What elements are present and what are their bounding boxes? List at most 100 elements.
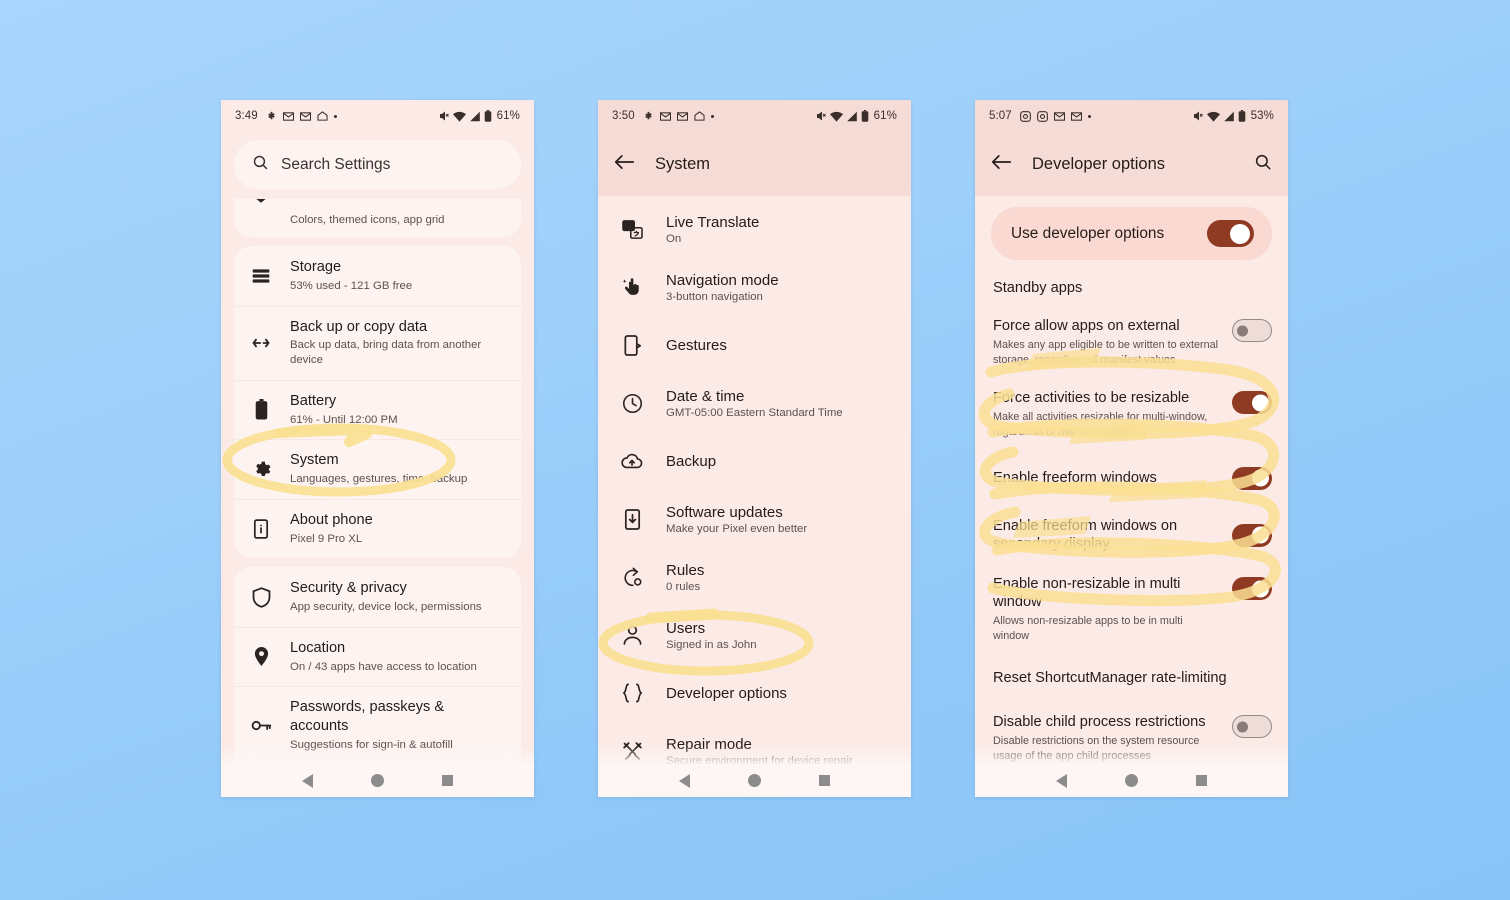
recents-square-icon[interactable] <box>819 775 830 786</box>
list-item-repair-mode[interactable]: Repair mode Secure environment for devic… <box>598 722 911 764</box>
status-bar-left: 5:07 <box>989 110 1091 122</box>
recents-square-icon[interactable] <box>442 775 453 786</box>
list-item-battery[interactable]: Battery 61% - Until 12:00 PM <box>234 379 521 440</box>
force-activities-resizable-toggle[interactable] <box>1232 391 1272 414</box>
camera-app-icon <box>1019 110 1031 122</box>
list-item-sub: Make your Pixel even better <box>666 522 808 535</box>
use-developer-options-toggle[interactable] <box>1207 220 1254 247</box>
app-notification-icon <box>266 111 277 122</box>
option-row-force-activities-resizable[interactable]: Force activities to be resizable Make al… <box>975 378 1288 450</box>
list-item-software-updates[interactable]: Software updates Make your Pixel even be… <box>598 490 911 548</box>
storage-icon <box>250 266 272 286</box>
list-item-rules[interactable]: Rules 0 rules <box>598 548 911 606</box>
list-item-developer-options[interactable]: Developer options <box>598 664 911 722</box>
list-item-users[interactable]: Users Signed in as John <box>598 606 911 664</box>
toggle-knob <box>1252 394 1269 411</box>
search-input[interactable]: Search Settings <box>234 140 521 189</box>
option-row-enable-freeform-windows[interactable]: Enable freeform windows <box>975 450 1288 506</box>
back-triangle-icon[interactable] <box>1056 773 1067 788</box>
system-navigation-bar[interactable] <box>975 764 1288 797</box>
gmail-icon <box>1053 111 1065 121</box>
list-item-sub: 0 rules <box>666 580 701 593</box>
list-item-about-phone[interactable]: About phone Pixel 9 Pro XL <box>234 498 521 559</box>
list-item-system[interactable]: System Languages, gestures, time, backup <box>234 439 521 499</box>
list-item-location[interactable]: Location On / 43 apps have access to loc… <box>234 626 521 687</box>
search-icon[interactable] <box>1254 153 1272 176</box>
home-circle-icon[interactable] <box>371 774 384 787</box>
list-item-text: Repair mode Secure environment for devic… <box>666 736 853 765</box>
back-arrow-icon[interactable] <box>614 153 635 176</box>
status-bar: 3:49 61% <box>221 100 534 132</box>
back-triangle-icon[interactable] <box>302 773 313 788</box>
option-row-disable-child-process[interactable]: Disable child process restrictions Disab… <box>975 702 1288 764</box>
option-row-force-allow-external[interactable]: Force allow apps on external Makes any a… <box>975 306 1288 378</box>
option-text: Enable freeform windows on secondary dis… <box>993 517 1220 553</box>
list-item-navigation-mode[interactable]: Navigation mode 3-button navigation <box>598 258 911 316</box>
list-item-sub: GMT-05:00 Eastern Standard Time <box>666 406 843 419</box>
system-navigation-bar[interactable] <box>598 764 911 797</box>
list-item-title: Software updates <box>666 503 783 521</box>
status-bar-right: 61% <box>437 110 520 122</box>
settings-screen: 3:49 61% Search Settings Colors, themed … <box>221 100 534 797</box>
home-circle-icon[interactable] <box>748 774 761 787</box>
list-item-wallpaper[interactable]: Colors, themed icons, app grid <box>234 199 521 237</box>
list-item-backup[interactable]: Backup <box>598 432 911 490</box>
list-item-live-translate[interactable]: Live Translate On <box>598 200 911 258</box>
search-area: Search Settings <box>221 132 534 199</box>
recents-square-icon[interactable] <box>1196 775 1207 786</box>
battery-icon <box>484 110 492 122</box>
section-header-standby-apps: Standby apps <box>993 280 1083 296</box>
list-item-title: Developer options <box>666 684 787 702</box>
list-item-passwords-accounts[interactable]: Passwords, passkeys & accounts Suggestio… <box>234 686 521 764</box>
use-developer-options-row[interactable]: Use developer options <box>991 207 1272 260</box>
option-row-enable-nonresizable-multiwindow[interactable]: Enable non-resizable in multi window All… <box>975 564 1288 654</box>
status-bar: 5:07 53% <box>975 100 1288 132</box>
ringer-muted-icon <box>814 110 827 122</box>
search-icon <box>252 154 269 176</box>
list-item-sub: 61% - Until 12:00 PM <box>290 413 398 426</box>
page-title: Developer options <box>1032 154 1165 173</box>
list-item-title: Location <box>290 639 346 656</box>
wifi-icon <box>1206 111 1220 122</box>
battery-icon <box>250 399 272 420</box>
list-item-text: Users Signed in as John <box>666 620 757 651</box>
wallpaper-icon <box>250 199 272 211</box>
gestures-icon <box>620 334 644 356</box>
system-scroll-body[interactable]: Live Translate On Navigation mode 3-butt… <box>598 196 911 764</box>
settings-scroll-body[interactable]: Search Settings Colors, themed icons, ap… <box>221 132 534 764</box>
option-text: Reset ShortcutManager rate-limiting <box>993 669 1272 687</box>
back-triangle-icon[interactable] <box>679 773 690 788</box>
toggle-knob <box>1252 469 1269 487</box>
list-item-text: Location On / 43 apps have access to loc… <box>290 639 477 675</box>
system-navigation-bar[interactable] <box>221 764 534 797</box>
status-time: 5:07 <box>989 110 1012 122</box>
list-item-sub: Back up data, bring data from another de… <box>290 339 482 366</box>
enable-freeform-secondary-toggle[interactable] <box>1232 523 1272 547</box>
list-item-gestures[interactable]: Gestures <box>598 316 911 374</box>
list-item-text: Colors, themed icons, app grid <box>290 211 445 228</box>
list-item-text: Live Translate On <box>666 214 759 245</box>
battery-percent: 53% <box>1250 110 1274 122</box>
toggle-knob <box>1230 223 1250 244</box>
developer-scroll-body[interactable]: Use developer options Standby apps Force… <box>975 196 1288 764</box>
list-item-text: Rules 0 rules <box>666 562 704 593</box>
list-item-text: Software updates Make your Pixel even be… <box>666 504 807 535</box>
home-circle-icon[interactable] <box>1125 774 1138 787</box>
option-row-reset-shortcutmanager[interactable]: Reset ShortcutManager rate-limiting <box>975 654 1288 702</box>
list-item-date-time[interactable]: Date & time GMT-05:00 Eastern Standard T… <box>598 374 911 432</box>
force-allow-external-toggle[interactable] <box>1232 319 1272 342</box>
disable-child-process-toggle[interactable] <box>1232 715 1272 739</box>
back-arrow-icon[interactable] <box>991 153 1012 176</box>
user-icon <box>620 625 644 645</box>
option-row-enable-freeform-secondary[interactable]: Enable freeform windows on secondary dis… <box>975 506 1288 564</box>
enable-freeform-windows-toggle[interactable] <box>1232 466 1272 490</box>
list-item-sub: On / 43 apps have access to location <box>290 660 477 673</box>
app-bar: System <box>598 132 911 196</box>
page-title: System <box>655 154 711 173</box>
list-item-storage[interactable]: Storage 53% used - 121 GB free <box>234 246 521 306</box>
option-text: Disable child process restrictions Disab… <box>993 713 1220 763</box>
enable-nonresizable-multiwindow-toggle[interactable] <box>1232 577 1272 601</box>
list-item-backup-copy-data[interactable]: Back up or copy data Back up data, bring… <box>234 305 521 380</box>
ringer-muted-icon <box>1191 110 1204 122</box>
list-item-security-privacy[interactable]: Security & privacy App security, device … <box>234 567 521 627</box>
